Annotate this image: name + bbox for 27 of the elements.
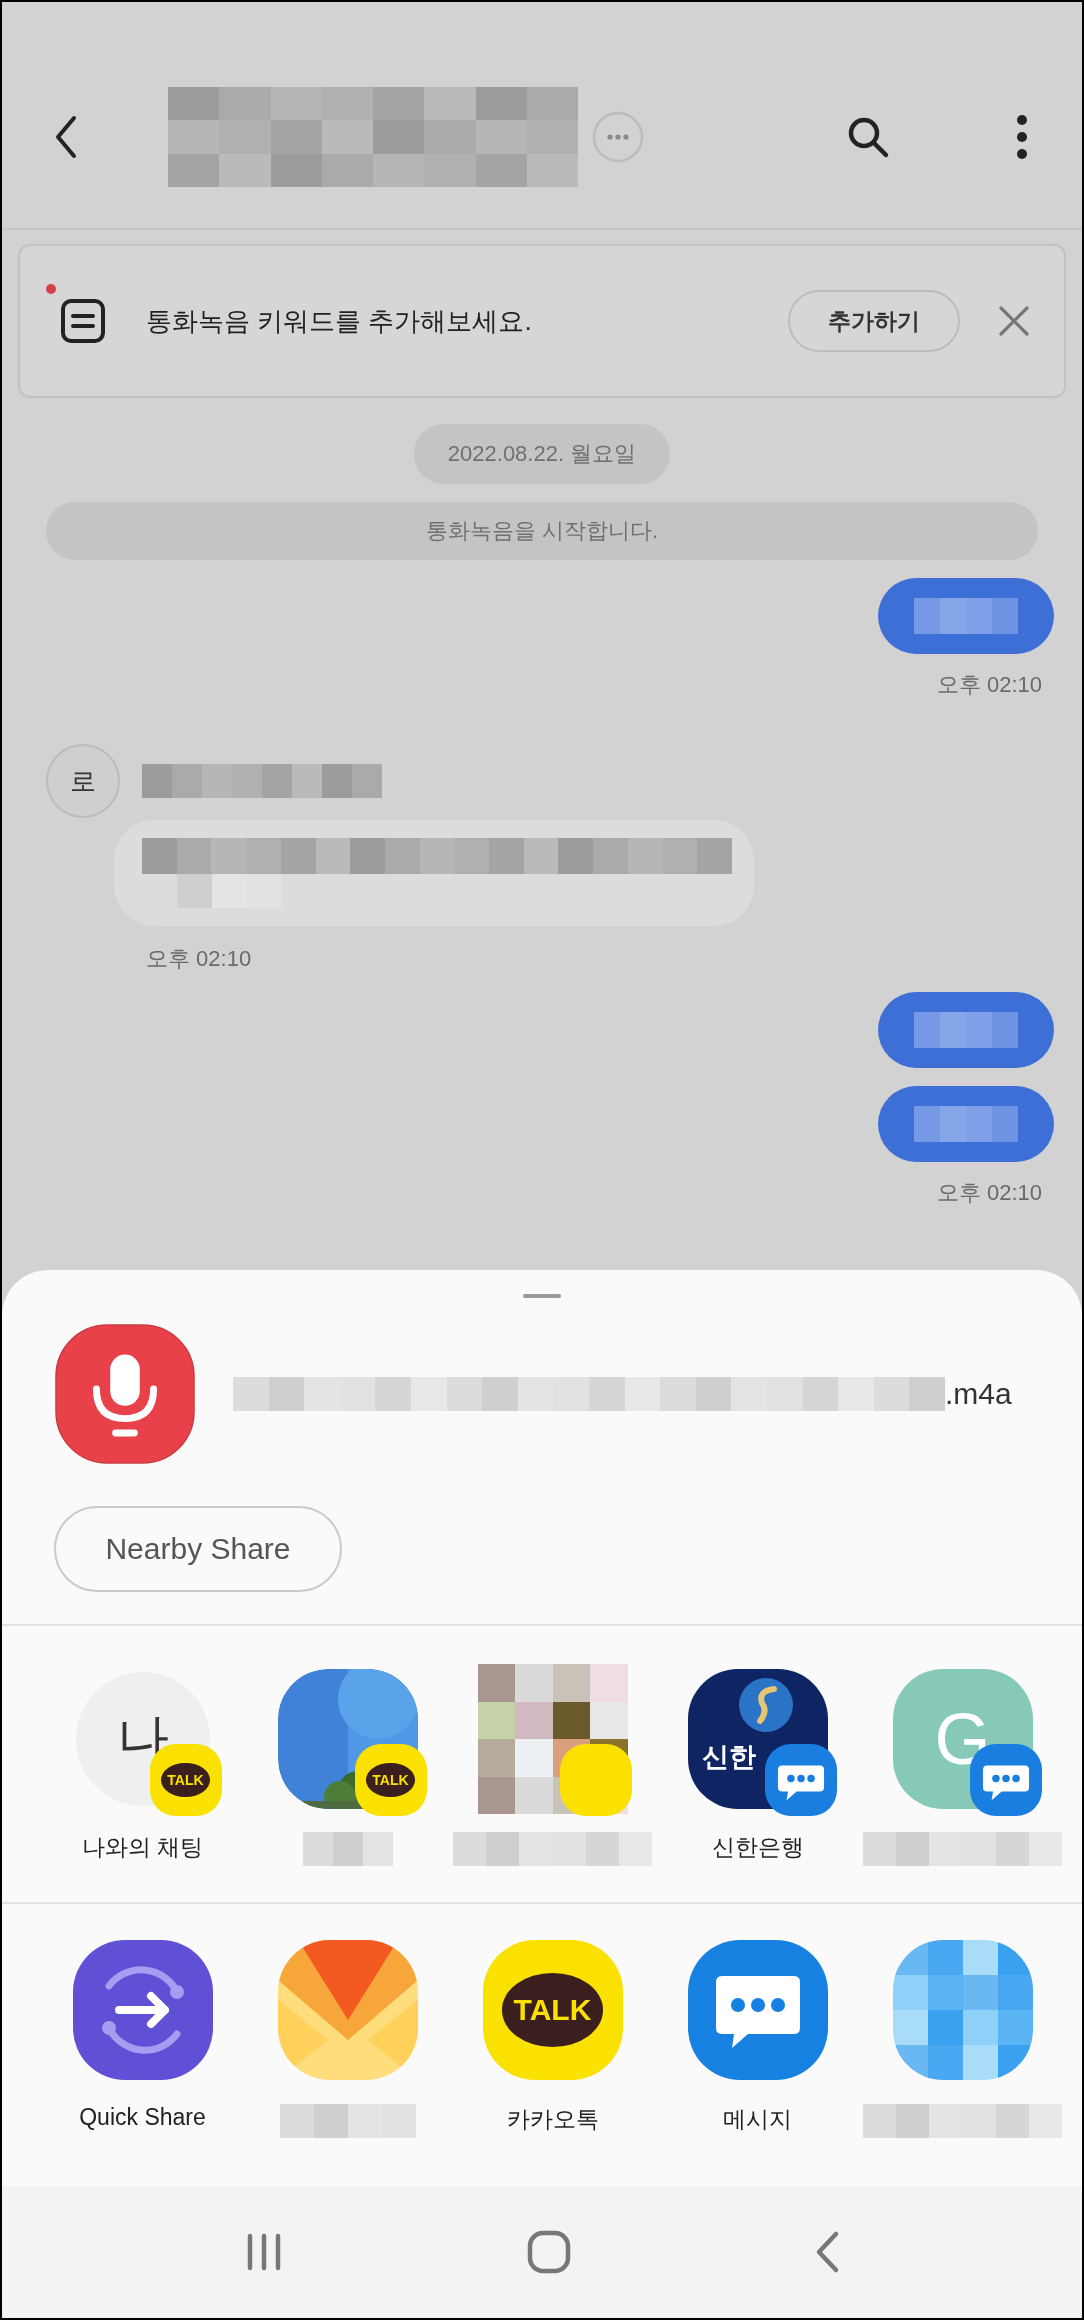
search-icon[interactable] bbox=[846, 115, 890, 159]
kakaotalk-badge: TALK bbox=[354, 1744, 427, 1816]
note-icon bbox=[60, 298, 106, 344]
kakaotalk-icon[interactable]: TALK bbox=[482, 1940, 623, 2080]
back-icon[interactable] bbox=[54, 115, 78, 159]
blurred-app-icon[interactable] bbox=[892, 1940, 1033, 2080]
add-button[interactable]: 추가하기 bbox=[788, 290, 960, 352]
close-icon[interactable] bbox=[998, 305, 1030, 337]
app-name: Quick Share bbox=[79, 2104, 206, 2131]
microphone-icon bbox=[55, 1324, 195, 1464]
message-time: 오후 02:10 bbox=[936, 671, 1042, 699]
home-icon[interactable] bbox=[527, 2230, 571, 2274]
message-icon[interactable] bbox=[687, 1940, 828, 2080]
app-name: 카카오톡 bbox=[506, 2105, 599, 2134]
banner-text: 통화녹음 키워드를 추가해보세요. bbox=[146, 304, 533, 338]
message-time: 오후 02:10 bbox=[146, 945, 253, 973]
app-name: 메시지 bbox=[723, 2105, 792, 2134]
contact-name: 나와의 채팅 bbox=[81, 1833, 204, 1862]
file-extension: .m4a bbox=[945, 1377, 1012, 1411]
contact-name: 신한은행 bbox=[711, 1833, 804, 1862]
message-time: 오후 02:10 bbox=[936, 1179, 1042, 1207]
menu-icon[interactable] bbox=[1016, 114, 1028, 160]
nearby-share-button[interactable]: Nearby Share bbox=[54, 1506, 342, 1592]
contact-avatar: 로 bbox=[46, 744, 120, 818]
date-chip: 2022.08.22. 월요일 bbox=[413, 424, 671, 484]
system-message: 통화녹음을 시작합니다. bbox=[46, 502, 1038, 560]
envelope-icon[interactable] bbox=[277, 1940, 418, 2080]
